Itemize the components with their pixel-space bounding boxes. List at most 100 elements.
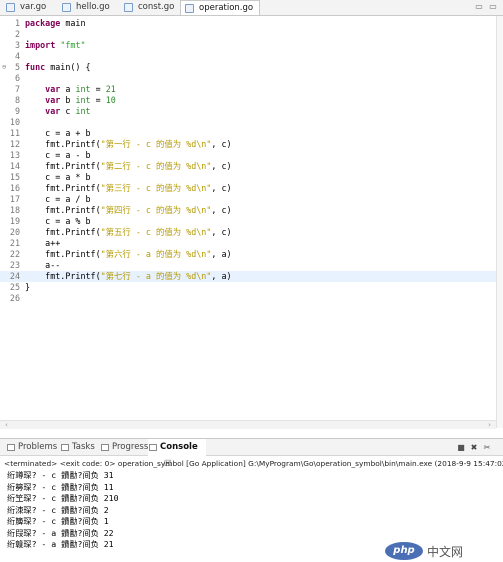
- code-editor[interactable]: 1 package main 2 3 import "fmt" 4 ⊖ 5 func main(…: [0, 16, 496, 428]
- code-line[interactable]: 4: [0, 51, 496, 62]
- code-token: "第七行 - a 的值为 %d\n": [100, 271, 212, 281]
- code-line[interactable]: 13 c = a - b: [0, 150, 496, 161]
- horizontal-scrollbar[interactable]: ‹ ›: [0, 420, 496, 429]
- code-token: , c): [211, 139, 232, 149]
- code-line[interactable]: 25}: [0, 282, 496, 293]
- code-line[interactable]: 17 c = a / b: [0, 194, 496, 205]
- console-line: 绗洓琛? - c 鐨勫?间负 2: [7, 504, 109, 515]
- code-text: c = a + b: [25, 128, 91, 139]
- panel-tab-bar: Problems Tasks Progress Console ☒ ■ ✖ ✂: [0, 438, 503, 469]
- code-line[interactable]: 20 fmt.Printf("第五行 - c 的值为 %d\n", c): [0, 227, 496, 238]
- code-text: c = a - b: [25, 150, 91, 161]
- code-token: "fmt": [60, 40, 86, 50]
- code-line[interactable]: 21 a++: [0, 238, 496, 249]
- code-text: fmt.Printf("第六行 - a 的值为 %d\n", a): [25, 249, 231, 260]
- code-token: c = a - b: [25, 150, 91, 160]
- clear-console-icon[interactable]: ✂: [482, 443, 492, 453]
- code-token: main() {: [45, 62, 91, 72]
- code-line[interactable]: 18 fmt.Printf("第四行 - c 的值为 %d\n", c): [0, 205, 496, 216]
- console-line: 绗竷琛? - a 鐨勫?间负 21: [7, 539, 114, 549]
- code-line[interactable]: 23 a--: [0, 260, 496, 271]
- code-line[interactable]: 6: [0, 73, 496, 84]
- code-token: "第六行 - a 的值为 %d\n": [100, 249, 212, 259]
- maximize-icon[interactable]: ▭: [488, 2, 498, 12]
- console-line: 绗笁琛? - c 鐨勫?间负 210: [7, 493, 119, 503]
- tab-const-go[interactable]: const.go: [120, 0, 178, 15]
- go-file-icon: [62, 3, 71, 12]
- code-line[interactable]: 14 fmt.Printf("第二行 - c 的值为 %d\n", c): [0, 161, 496, 172]
- code-line[interactable]: 15 c = a * b: [0, 172, 496, 183]
- code-token: fmt.Printf(: [25, 161, 101, 171]
- code-token: }: [25, 282, 31, 292]
- php-logo: php: [385, 542, 423, 560]
- tab-var-go[interactable]: var.go: [2, 0, 52, 15]
- code-line[interactable]: 19 c = a % b: [0, 216, 496, 227]
- console-line: 绗簩琛? - c 鐨勫?间负 11: [7, 481, 114, 492]
- code-line[interactable]: 7 var a int = 21: [0, 84, 496, 95]
- code-text: c = a * b: [25, 172, 91, 183]
- code-token: fmt.Printf(: [25, 249, 101, 259]
- tab-label: Tasks: [72, 442, 95, 452]
- minimize-icon[interactable]: ▭: [474, 2, 484, 12]
- code-token: int: [75, 84, 91, 94]
- code-text: fmt.Printf("第五行 - c 的值为 %d\n", c): [25, 227, 231, 238]
- code-token: c = a * b: [25, 172, 91, 182]
- tab-console[interactable]: Console ☒: [148, 439, 206, 469]
- tab-progress[interactable]: Progress: [100, 439, 148, 456]
- vertical-scrollbar[interactable]: [496, 16, 503, 428]
- code-token: b: [60, 95, 76, 105]
- stop-icon[interactable]: ■: [456, 443, 466, 453]
- code-text: }: [25, 282, 30, 293]
- code-text: var b int = 10: [25, 95, 116, 106]
- code-token: import: [25, 40, 56, 50]
- line-number: 19: [9, 216, 20, 226]
- tab-tasks[interactable]: Tasks: [60, 439, 98, 456]
- tab-label: Console: [160, 442, 198, 452]
- code-token: main: [60, 18, 86, 28]
- code-line[interactable]: 1 package main: [0, 18, 496, 29]
- code-line[interactable]: 11 c = a + b: [0, 128, 496, 139]
- code-token: var: [45, 95, 61, 105]
- code-line[interactable]: 16 fmt.Printf("第三行 - c 的值为 %d\n", c): [0, 183, 496, 194]
- scroll-left-icon[interactable]: ‹: [2, 421, 11, 429]
- code-line[interactable]: 8 var b int = 10: [0, 95, 496, 106]
- line-number: 17: [9, 194, 20, 204]
- code-line[interactable]: ⊖ 5 func main() {: [0, 62, 496, 73]
- code-line[interactable]: 26: [0, 293, 496, 304]
- code-line[interactable]: 3 import "fmt": [0, 40, 496, 51]
- code-text: c = a / b: [25, 194, 91, 205]
- watermark-text: 中文网: [427, 544, 464, 559]
- go-file-icon: [124, 3, 133, 12]
- console-icon: [149, 444, 157, 451]
- tab-operation-go[interactable]: operation.go ☒: [180, 0, 260, 28]
- tab-label: hello.go: [76, 2, 110, 12]
- scroll-right-icon[interactable]: ›: [485, 421, 494, 429]
- remove-launch-icon[interactable]: ✖: [469, 443, 479, 453]
- code-line[interactable]: 12 fmt.Printf("第一行 - c 的值为 %d\n", c): [0, 139, 496, 150]
- tasks-icon: [61, 444, 69, 451]
- problems-icon: [7, 444, 15, 451]
- code-token: fmt.Printf(: [25, 139, 101, 149]
- code-token: c = a / b: [25, 194, 91, 204]
- console-status: <terminated> <exit code: 0> operation_sy…: [4, 459, 503, 468]
- tab-problems[interactable]: Problems: [6, 439, 57, 456]
- code-token: func: [25, 62, 46, 72]
- code-line[interactable]: 24 fmt.Printf("第七行 - a 的值为 %d\n", a): [0, 271, 496, 282]
- tab-hello-go[interactable]: hello.go: [58, 0, 116, 15]
- code-token: , a): [211, 271, 232, 281]
- code-line[interactable]: 2: [0, 29, 496, 40]
- code-line[interactable]: 10: [0, 117, 496, 128]
- code-text: fmt.Printf("第七行 - a 的值为 %d\n", a): [25, 271, 232, 282]
- code-line[interactable]: 9 var c int: [0, 106, 496, 117]
- line-number: 8: [14, 95, 20, 105]
- line-number: 2: [14, 29, 20, 39]
- line-number: 13: [9, 150, 20, 160]
- code-token: c = a + b: [25, 128, 91, 138]
- code-line[interactable]: 22 fmt.Printf("第六行 - a 的值为 %d\n", a): [0, 249, 496, 260]
- line-number: 21: [9, 238, 20, 248]
- code-token: 10: [105, 95, 116, 105]
- line-number: 3: [14, 40, 20, 50]
- watermark: php 中文网: [385, 541, 463, 561]
